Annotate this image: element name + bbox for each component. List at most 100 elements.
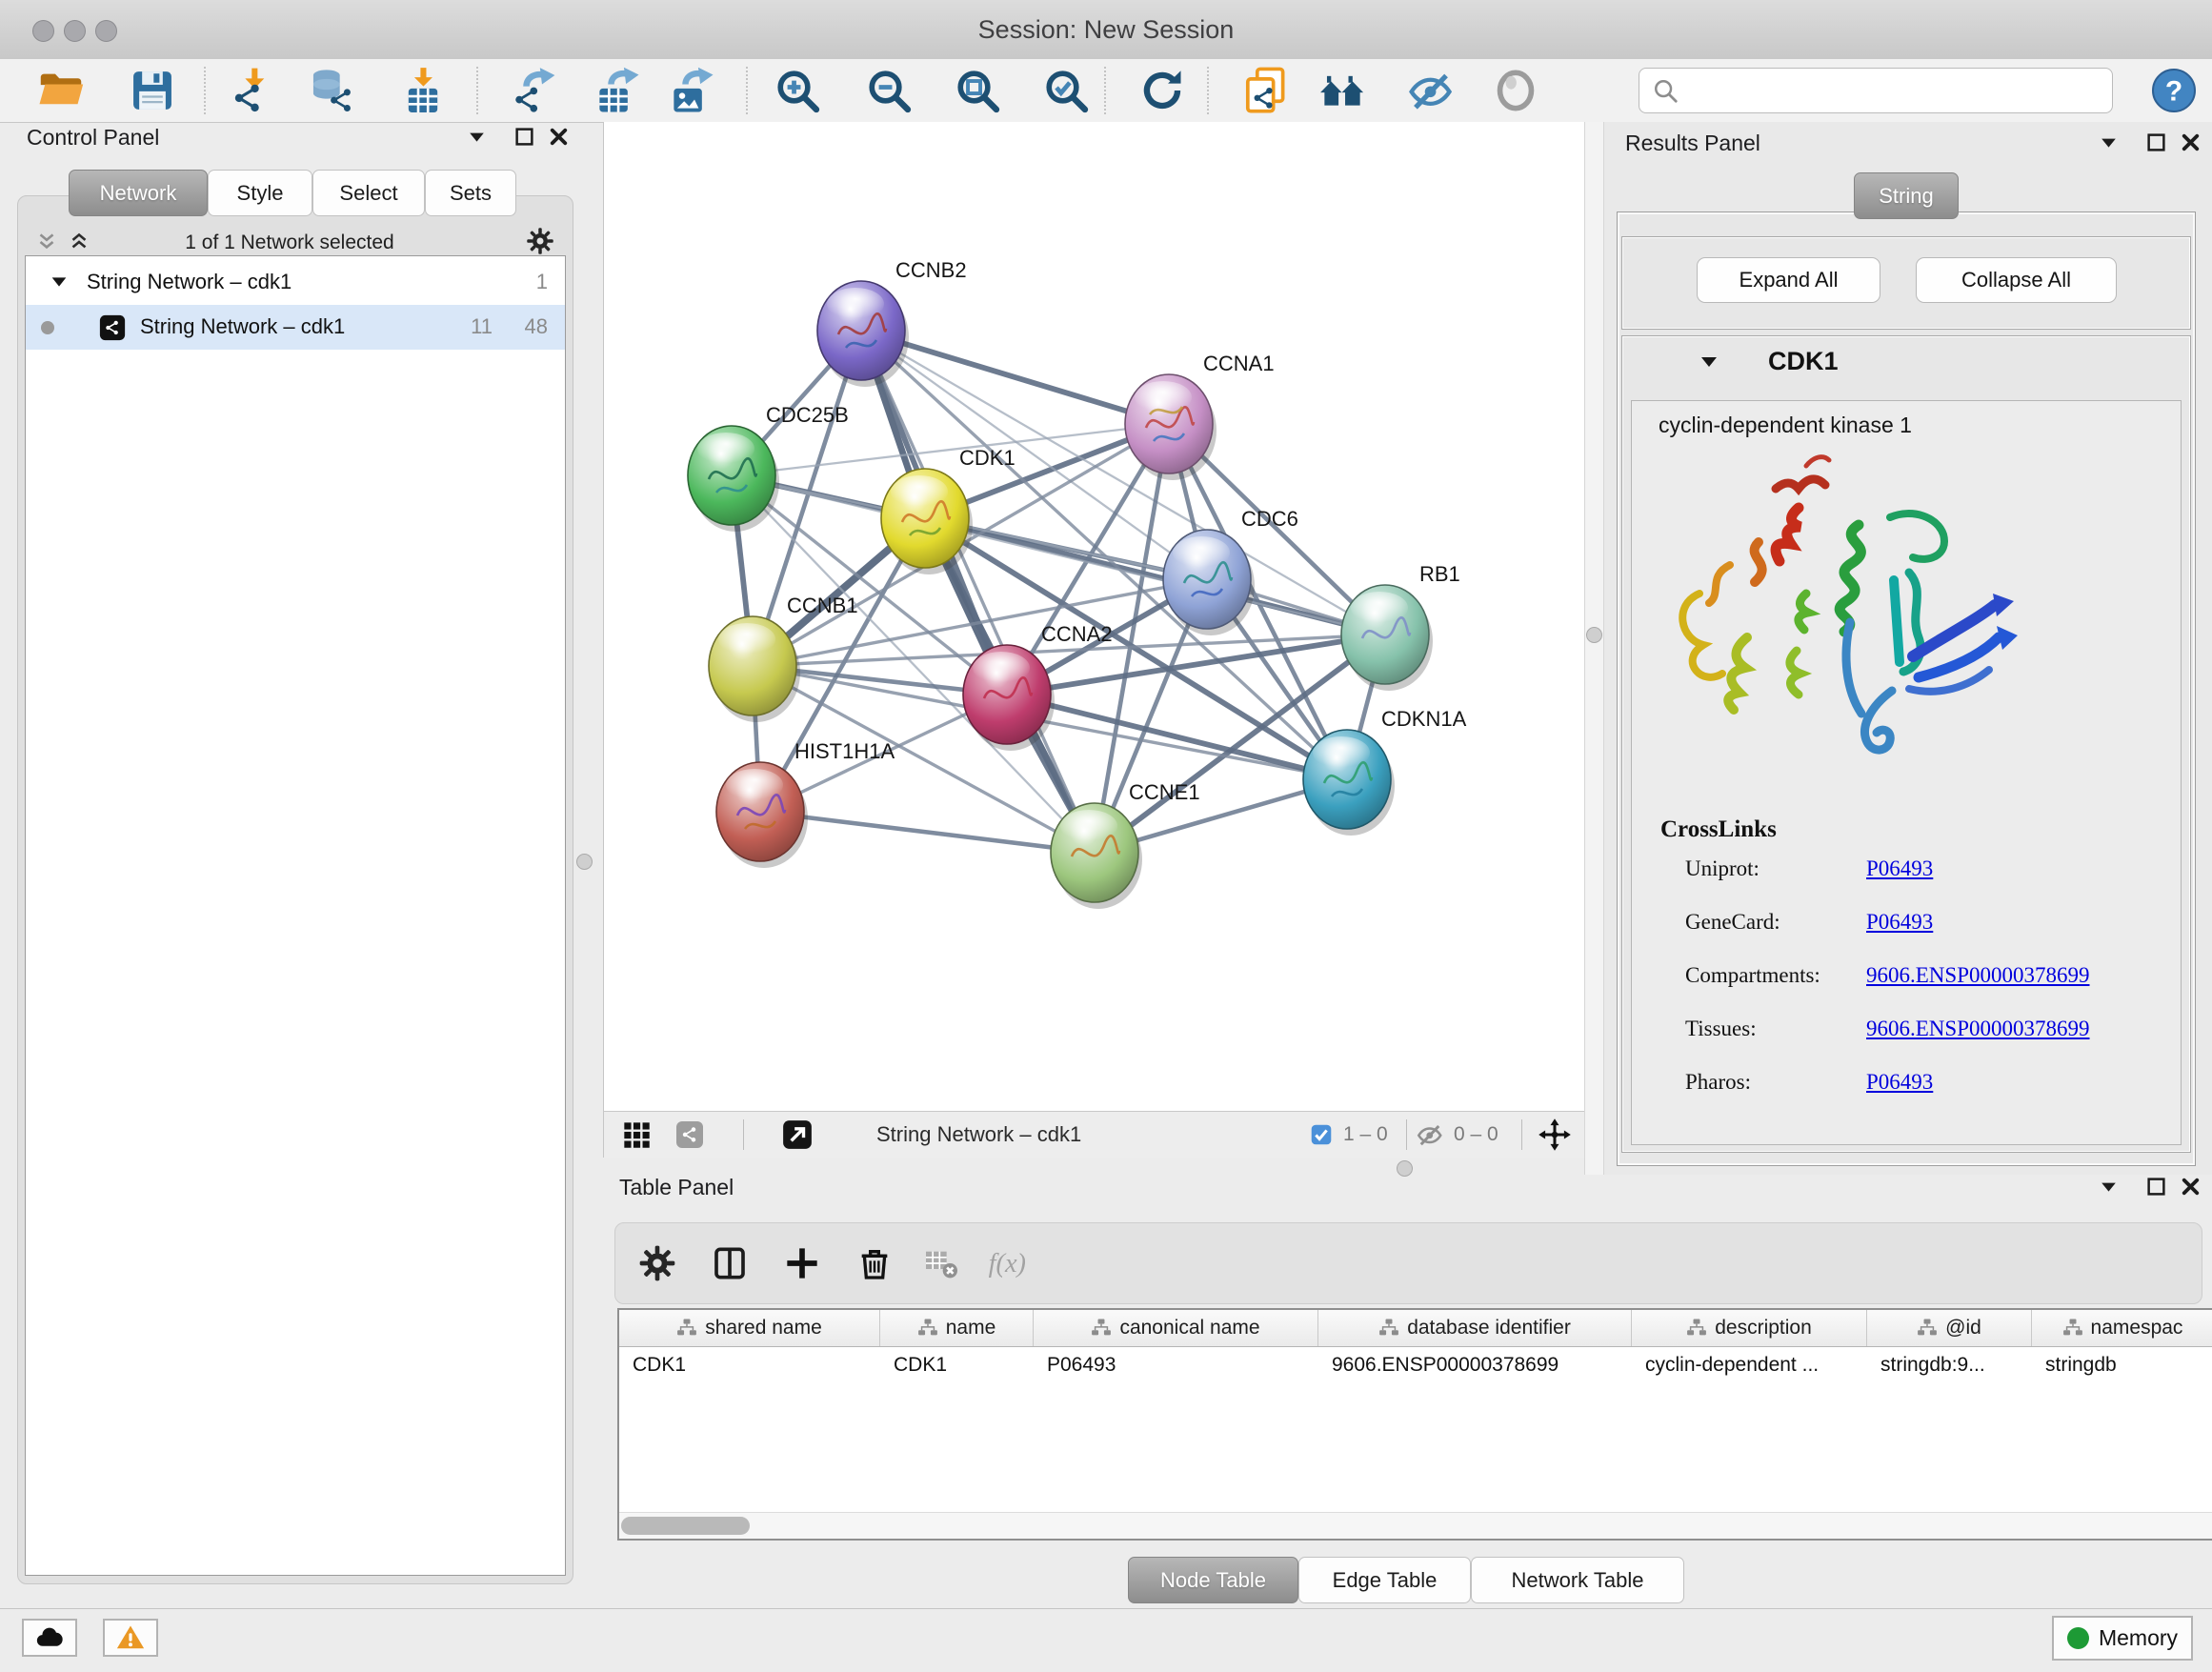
table-panel-float-icon[interactable] (2143, 1174, 2169, 1199)
detach-view-icon[interactable] (781, 1118, 814, 1151)
birds-eye-toggle-icon[interactable] (1538, 1118, 1572, 1152)
collapse-all-button[interactable]: Collapse All (1916, 257, 2117, 303)
collapse-all-networks-icon[interactable] (34, 230, 59, 254)
expand-all-networks-icon[interactable] (67, 230, 91, 254)
selected-nodes-checkbox[interactable] (1309, 1122, 1334, 1147)
horizontal-splitter-handle[interactable] (1397, 1160, 1413, 1177)
table-cell[interactable]: CDK1 (619, 1347, 880, 1382)
help-button[interactable]: ? (2151, 68, 2197, 113)
table-horizontal-scrollbar[interactable] (619, 1512, 2212, 1539)
column-header-database-identifier[interactable]: database identifier (1318, 1310, 1632, 1346)
crosslink-link[interactable]: P06493 (1866, 1070, 1933, 1095)
tab-network-table[interactable]: Network Table (1471, 1557, 1684, 1603)
right-splitter-handle[interactable] (1586, 627, 1602, 643)
columns-button[interactable] (711, 1244, 749, 1282)
network-node-CCNB2[interactable]: CCNB2 (817, 258, 967, 387)
hidden-nodes-icon[interactable] (1416, 1120, 1444, 1149)
tab-node-table[interactable]: Node Table (1128, 1557, 1298, 1603)
collection-expander-icon[interactable] (49, 272, 70, 292)
crosslink-link[interactable]: 9606.ENSP00000378699 (1866, 1017, 2090, 1041)
tab-style[interactable]: Style (208, 170, 312, 216)
export-network-button[interactable] (508, 66, 557, 115)
show-all-button[interactable] (1491, 66, 1540, 115)
network-node-CCNB1[interactable]: CCNB1 (709, 594, 858, 722)
network-node-HIST1H1A[interactable]: HIST1H1A (716, 739, 895, 868)
cdk1-expander-icon[interactable] (1698, 351, 1720, 373)
column-header-description[interactable]: description (1632, 1310, 1867, 1346)
left-splitter-handle[interactable] (576, 854, 593, 870)
search-box[interactable] (1639, 68, 2113, 113)
table-cell[interactable]: P06493 (1034, 1347, 1318, 1382)
warnings-button[interactable] (103, 1619, 158, 1657)
network-node-RB1[interactable]: RB1 (1341, 562, 1460, 691)
clone-network-button[interactable] (1240, 66, 1290, 115)
cloud-button[interactable] (22, 1619, 77, 1657)
save-session-button[interactable] (128, 66, 177, 115)
network-row[interactable]: String Network – cdk1 11 48 (26, 305, 565, 350)
gear-button[interactable] (638, 1244, 676, 1282)
table-cell[interactable]: CDK1 (880, 1347, 1034, 1382)
table-panel-caret-down-icon[interactable] (2096, 1174, 2122, 1199)
import-table-button[interactable] (398, 66, 448, 115)
crosslink-link[interactable]: P06493 (1866, 910, 1933, 935)
open-session-button[interactable] (36, 66, 86, 115)
control-panel-close-icon[interactable] (546, 124, 572, 150)
network-node-CCNE1[interactable]: CCNE1 (1051, 780, 1200, 909)
export-table-button[interactable] (593, 66, 642, 115)
delete-table-button (922, 1244, 960, 1282)
export-image-button[interactable] (667, 66, 716, 115)
control-panel-float-icon[interactable] (512, 124, 537, 150)
table-cell[interactable]: stringdb:9... (1867, 1347, 2032, 1382)
tab-network[interactable]: Network (69, 170, 208, 216)
results-panel-close-icon[interactable] (2178, 130, 2203, 155)
zoom-selected-button[interactable] (1041, 66, 1091, 115)
zoom-out-button[interactable] (864, 66, 914, 115)
network-node-CDKN1A[interactable]: CDKN1A (1303, 707, 1467, 836)
network-node-CDK1[interactable]: CDK1 (881, 446, 1016, 574)
network-node-CCNA1[interactable]: CCNA1 (1125, 352, 1275, 480)
tab-string[interactable]: String (1854, 172, 1959, 219)
import-network-button[interactable] (226, 66, 275, 115)
add-button[interactable] (783, 1244, 821, 1282)
search-input[interactable] (1689, 72, 2102, 109)
column-header-canonical-name[interactable]: canonical name (1034, 1310, 1318, 1346)
node-label-CDC25B: CDC25B (766, 403, 849, 427)
hide-selected-button[interactable] (1406, 66, 1456, 115)
network-options-gear-icon[interactable] (526, 227, 554, 255)
first-neighbors-button[interactable] (1317, 66, 1367, 115)
table-cell[interactable]: stringdb (2032, 1347, 2212, 1382)
results-panel-caret-down-icon[interactable] (2096, 130, 2122, 155)
results-panel-float-icon[interactable] (2143, 130, 2169, 155)
tab-edge-table[interactable]: Edge Table (1298, 1557, 1471, 1603)
network-view-mode-icon[interactable] (674, 1119, 705, 1150)
table-panel-close-icon[interactable] (2178, 1174, 2203, 1199)
crosslink-link[interactable]: 9606.ENSP00000378699 (1866, 963, 2090, 988)
network-grid-mode-icon[interactable] (621, 1119, 652, 1150)
column-header--id[interactable]: @id (1867, 1310, 2032, 1346)
tab-sets[interactable]: Sets (425, 170, 516, 216)
expand-all-button[interactable]: Expand All (1697, 257, 1880, 303)
zoom-in-button[interactable] (773, 66, 822, 115)
column-header-shared-name[interactable]: shared name (619, 1310, 880, 1346)
network-collection-row[interactable]: String Network – cdk1 1 (26, 260, 565, 305)
control-panel-caret-down-icon[interactable] (464, 124, 490, 150)
scrollbar-thumb[interactable] (621, 1517, 750, 1535)
column-header-namespac[interactable]: namespac (2032, 1310, 2212, 1346)
column-header-name[interactable]: name (880, 1310, 1034, 1346)
crosslink-link[interactable]: P06493 (1866, 856, 1933, 881)
zoom-fit-button[interactable] (953, 66, 1002, 115)
network-edge[interactable] (861, 331, 1095, 853)
memory-button[interactable]: Memory (2052, 1616, 2193, 1661)
tab-select[interactable]: Select (312, 170, 425, 216)
network-node-CDC25B[interactable]: CDC25B (688, 403, 849, 532)
table-row[interactable]: CDK1CDK1P064939606.ENSP00000378699cyclin… (619, 1347, 2212, 1382)
right-splitter[interactable] (1584, 122, 1604, 1175)
table-cell[interactable]: 9606.ENSP00000378699 (1318, 1347, 1632, 1382)
trash-button[interactable] (855, 1244, 894, 1282)
import-database-button[interactable] (307, 66, 356, 115)
node-label-CDK1: CDK1 (959, 446, 1016, 470)
network-edge[interactable] (760, 812, 1095, 853)
table-cell[interactable]: cyclin-dependent ... (1632, 1347, 1867, 1382)
network-view-canvas[interactable]: CCNB2 CCNA1 CDC25B CDK1 CDC6 RB1 CCNB1 (603, 122, 1585, 1111)
refresh-layout-button[interactable] (1137, 66, 1187, 115)
